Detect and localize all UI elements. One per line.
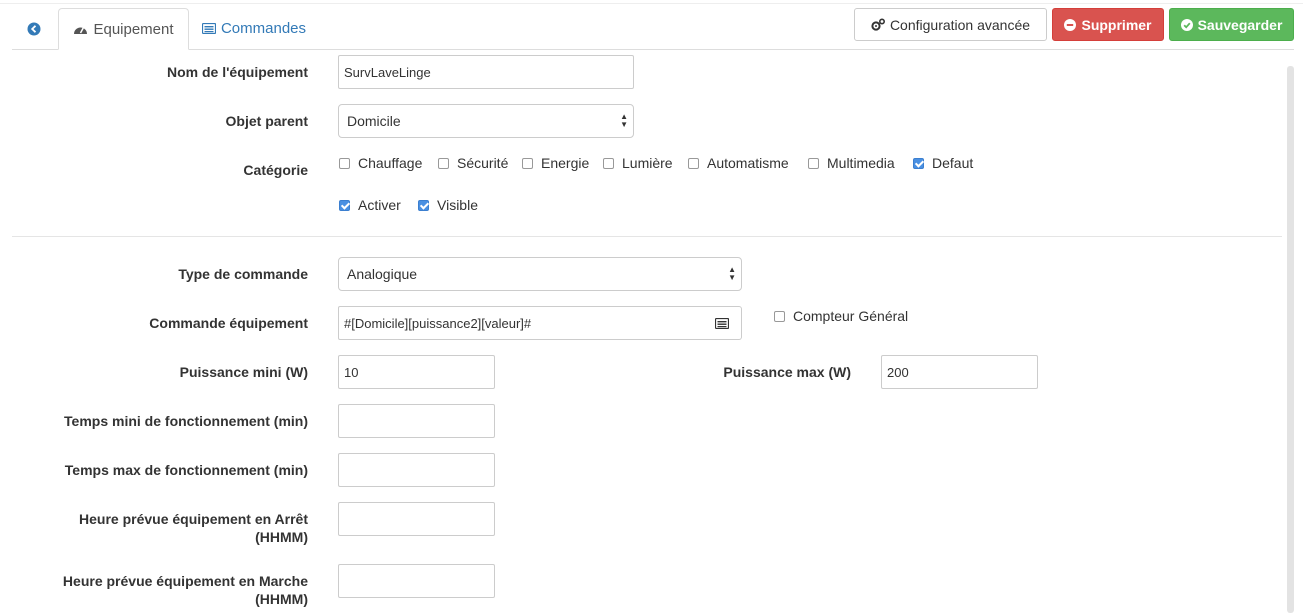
stop-time-label-line2: (HHMM) bbox=[255, 529, 308, 545]
start-time-label-line2: (HHMM) bbox=[255, 591, 308, 607]
checkbox[interactable] bbox=[339, 157, 350, 169]
save-label: Sauvegarder bbox=[1197, 16, 1283, 33]
category-label-text: Multimedia bbox=[827, 155, 895, 171]
cogs-icon bbox=[871, 18, 885, 31]
category-label-text: Sécurité bbox=[457, 155, 509, 171]
delete-label: Supprimer bbox=[1081, 16, 1152, 33]
tab-commandes-label: Commandes bbox=[220, 20, 307, 37]
advanced-config-label: Configuration avancée bbox=[889, 16, 1031, 33]
checkbox[interactable] bbox=[603, 157, 614, 169]
activer-label: Activer bbox=[358, 197, 401, 213]
tab-equipement-label: Equipement bbox=[93, 20, 174, 38]
command-picker-button[interactable] bbox=[702, 306, 742, 340]
cmd-label: Commande équipement bbox=[149, 315, 308, 331]
check-circle-icon bbox=[1180, 18, 1193, 31]
category-securite[interactable]: Sécurité bbox=[438, 155, 508, 171]
checkbox[interactable] bbox=[438, 157, 449, 169]
power-max-input[interactable] bbox=[881, 355, 1038, 389]
checkbox[interactable] bbox=[688, 157, 699, 169]
category-lumiere[interactable]: Lumière bbox=[603, 155, 673, 171]
stop-time-label: Heure prévue équipement en Arrêt (HHMM) bbox=[12, 510, 308, 546]
power-min-input[interactable] bbox=[338, 355, 495, 389]
save-button[interactable]: Sauvegarder bbox=[1169, 8, 1294, 41]
section-divider bbox=[12, 236, 1282, 237]
tmin-label: Temps mini de fonctionnement (min) bbox=[64, 413, 308, 429]
type-label: Type de commande bbox=[178, 266, 308, 282]
select-arrows-icon: ▲ ▼ bbox=[728, 265, 736, 282]
command-type-value: Analogique bbox=[347, 266, 418, 282]
parent-object-value: Domicile bbox=[347, 113, 401, 129]
select-arrows-icon: ▲ ▼ bbox=[620, 112, 628, 129]
equipment-name-input[interactable] bbox=[338, 55, 634, 89]
time-max-input[interactable] bbox=[338, 453, 495, 487]
checkbox[interactable] bbox=[808, 157, 819, 169]
list-alt-icon bbox=[714, 317, 729, 329]
pmax-label: Puissance max (W) bbox=[723, 364, 851, 380]
category-label-text: Lumière bbox=[622, 155, 673, 171]
checkbox-checked[interactable] bbox=[418, 199, 429, 211]
pmin-label: Puissance mini (W) bbox=[179, 364, 308, 380]
parent-object-select[interactable]: Domicile ▲ ▼ bbox=[338, 104, 634, 138]
advanced-config-button[interactable]: Configuration avancée bbox=[854, 8, 1047, 41]
scrollbar[interactable] bbox=[1287, 66, 1294, 613]
visible-checkbox[interactable]: Visible bbox=[418, 197, 478, 213]
visible-label: Visible bbox=[437, 197, 478, 213]
category-multimedia[interactable]: Multimedia bbox=[808, 155, 895, 171]
stop-time-input[interactable] bbox=[338, 502, 495, 536]
minus-circle-icon bbox=[1064, 18, 1077, 31]
back-tab[interactable] bbox=[12, 8, 56, 49]
list-alt-icon bbox=[201, 23, 216, 34]
checkbox-checked[interactable] bbox=[339, 199, 350, 211]
time-min-input[interactable] bbox=[338, 404, 495, 438]
checkbox[interactable] bbox=[522, 157, 533, 169]
category-label-text: Chauffage bbox=[358, 155, 423, 171]
category-defaut[interactable]: Defaut bbox=[913, 155, 973, 171]
stop-time-label-line1: Heure prévue équipement en Arrêt bbox=[79, 511, 308, 527]
checkbox[interactable] bbox=[774, 310, 785, 322]
compteur-general-label: Compteur Général bbox=[793, 308, 909, 324]
category-label: Catégorie bbox=[243, 162, 308, 178]
name-label: Nom de l'équipement bbox=[166, 64, 308, 80]
parent-label: Objet parent bbox=[225, 113, 308, 129]
top-border bbox=[0, 3, 1303, 4]
circle-arrow-left-icon bbox=[27, 22, 41, 35]
command-equipment-input[interactable] bbox=[338, 306, 703, 340]
category-automatisme[interactable]: Automatisme bbox=[688, 155, 789, 171]
activer-checkbox[interactable]: Activer bbox=[339, 197, 401, 213]
compteur-general-checkbox[interactable]: Compteur Général bbox=[774, 308, 908, 324]
category-label-text: Defaut bbox=[932, 155, 974, 171]
category-chauffage[interactable]: Chauffage bbox=[339, 155, 422, 171]
start-time-input[interactable] bbox=[338, 564, 495, 598]
category-label-text: Energie bbox=[541, 155, 590, 171]
category-label-text: Automatisme bbox=[707, 155, 789, 171]
start-time-label-line1: Heure prévue équipement en Marche bbox=[62, 573, 308, 589]
tachometer-icon bbox=[74, 27, 88, 34]
category-energie[interactable]: Energie bbox=[522, 155, 589, 171]
command-type-select[interactable]: Analogique ▲ ▼ bbox=[338, 257, 742, 291]
tab-equipement[interactable]: Equipement bbox=[58, 8, 189, 50]
checkbox-checked[interactable] bbox=[913, 157, 924, 169]
start-time-label: Heure prévue équipement en Marche (HHMM) bbox=[12, 572, 308, 608]
tab-commandes[interactable]: Commandes bbox=[194, 8, 314, 49]
delete-button[interactable]: Supprimer bbox=[1052, 8, 1164, 41]
tmax-label: Temps max de fonctionnement (min) bbox=[64, 462, 308, 478]
